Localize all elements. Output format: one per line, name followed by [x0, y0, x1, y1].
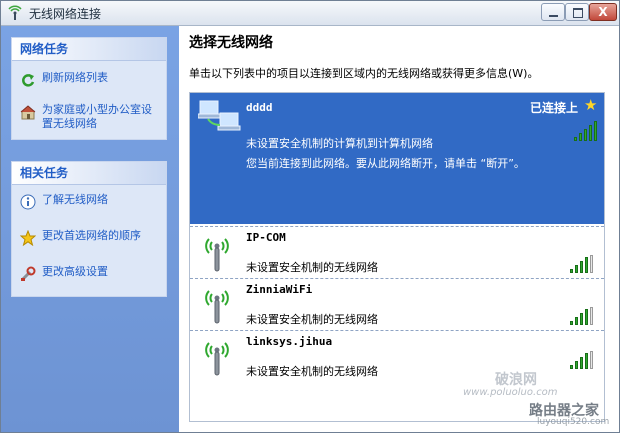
learn-wireless-label: 了解无线网络: [42, 193, 108, 206]
close-button[interactable]: X: [589, 3, 617, 21]
wireless-network-icon: [8, 5, 22, 20]
left-task-pane: 网络任务 刷新网络列表 为家庭或小型办公室设置无线网络 相关任务 了解无线网络 …: [1, 26, 179, 432]
signal-strength-icon: [574, 121, 600, 141]
learn-wireless-link[interactable]: 了解无线网络: [12, 193, 166, 210]
network-name: linksys.jihua: [246, 335, 333, 348]
star-icon: [20, 230, 36, 246]
maximize-button[interactable]: [565, 3, 589, 21]
watermark-url: www.poluoluo.com: [463, 387, 558, 398]
access-point-icon: [205, 290, 229, 324]
related-tasks-panel: 相关任务 了解无线网络 更改首选网络的顺序 更改高级设置: [11, 161, 167, 297]
network-item-zinniawifi[interactable]: ZinniaWiFi 未设置安全机制的无线网络: [190, 279, 604, 329]
watermark: 破浪网 www.poluoluo.com 路由器之家 luyouqi520.co…: [441, 369, 617, 427]
network-security-description: 未设置安全机制的无线网络: [246, 261, 378, 274]
refresh-network-list-label: 刷新网络列表: [42, 71, 108, 84]
related-tasks-header[interactable]: 相关任务: [12, 162, 166, 185]
network-tasks-header[interactable]: 网络任务: [12, 38, 166, 61]
wireless-network-connection-window: 无线网络连接 X 网络任务 刷新网络列表 为家庭或小型办公室设置无线网络 相关任…: [0, 0, 620, 433]
window-title: 无线网络连接: [29, 7, 102, 21]
setup-network-label: 为家庭或小型办公室设置无线网络: [42, 103, 152, 130]
instruction-text: 单击以下列表中的项目以连接到区域内的无线网络或获得更多信息(W)。: [189, 67, 539, 80]
computer-to-computer-network-icon: [198, 100, 241, 131]
access-point-icon: [205, 342, 229, 376]
page-title: 选择无线网络: [189, 35, 273, 51]
connected-hint-text: 您当前连接到此网络。要从此网络断开，请单击 “断开”。: [246, 157, 525, 170]
network-name: dddd: [246, 101, 273, 114]
network-item-ip-com[interactable]: IP-COM 未设置安全机制的无线网络: [190, 227, 604, 277]
connection-status: 已连接上: [530, 101, 579, 115]
access-point-icon: [205, 238, 229, 272]
watermark-url: luyouqi520.com: [537, 417, 610, 427]
refresh-network-list-link[interactable]: 刷新网络列表: [12, 71, 166, 87]
minimize-button[interactable]: [541, 3, 565, 21]
preferred-network-star-icon: ★: [584, 96, 598, 114]
change-preferred-order-label: 更改首选网络的顺序: [42, 229, 141, 242]
signal-strength-icon: [570, 255, 596, 273]
network-name: IP-COM: [246, 231, 286, 244]
setup-network-link[interactable]: 为家庭或小型办公室设置无线网络: [12, 103, 152, 131]
network-name: ZinniaWiFi: [246, 283, 313, 296]
settings-icon: [21, 266, 36, 281]
network-tasks-panel: 网络任务 刷新网络列表 为家庭或小型办公室设置无线网络: [11, 37, 167, 140]
network-item-dddd[interactable]: dddd 已连接上 ★ 未设置安全机制的计算机到计算机网络 您当前连接到此网络。…: [190, 93, 604, 224]
title-bar: 无线网络连接 X: [1, 1, 619, 26]
signal-strength-icon: [570, 307, 596, 325]
signal-strength-icon: [570, 351, 596, 369]
network-security-description: 未设置安全机制的无线网络: [246, 313, 378, 326]
change-preferred-order-link[interactable]: 更改首选网络的顺序: [12, 229, 166, 246]
change-advanced-settings-label: 更改高级设置: [42, 265, 108, 278]
network-security-description: 未设置安全机制的计算机到计算机网络: [246, 137, 433, 150]
change-advanced-settings-link[interactable]: 更改高级设置: [12, 265, 166, 281]
network-security-description: 未设置安全机制的无线网络: [246, 365, 378, 378]
refresh-icon: [22, 74, 35, 87]
watermark-text: 破浪网: [495, 372, 537, 388]
setup-network-icon: [20, 105, 36, 120]
info-icon: [20, 194, 36, 210]
